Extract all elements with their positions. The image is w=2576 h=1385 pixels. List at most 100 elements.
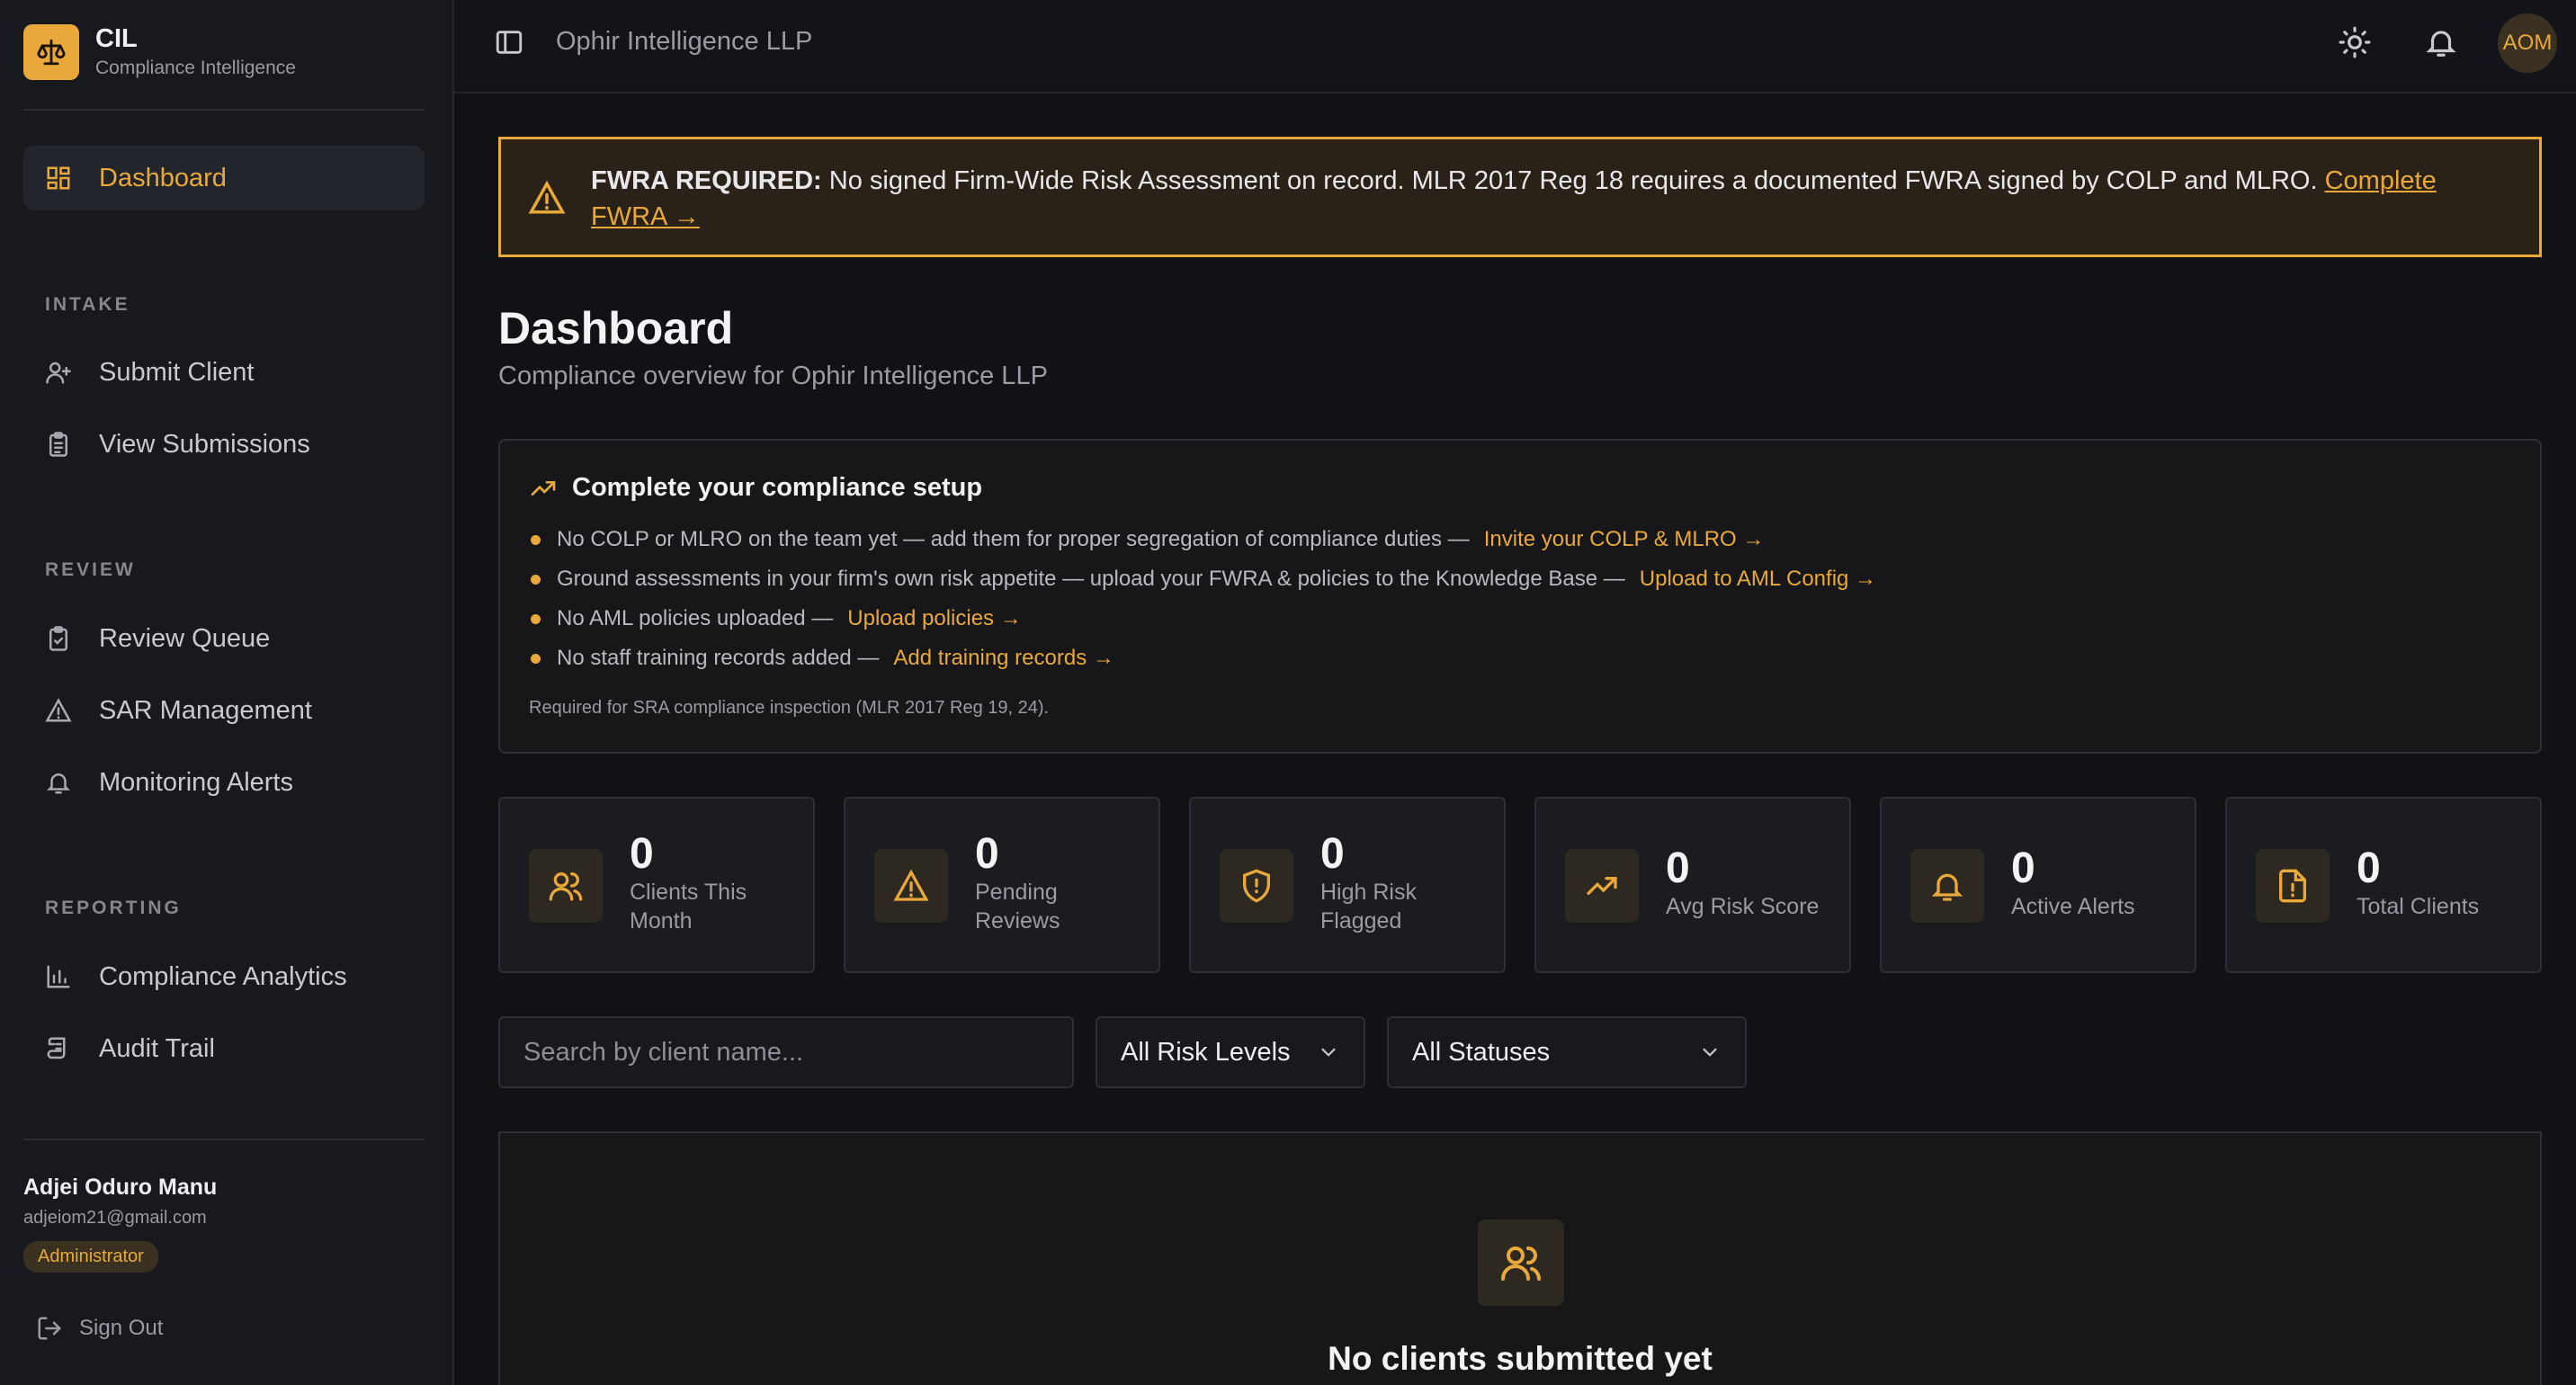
section-label-review: REVIEW <box>45 559 136 580</box>
stat-label: Total Clients <box>2357 894 2480 919</box>
scroll-icon <box>43 1033 74 1064</box>
sidebar-item-label: Compliance Analytics <box>99 961 347 991</box>
topbar: Ophir Intelligence LLP AOM <box>454 0 2576 94</box>
setup-item: No staff training records added — Add tr… <box>531 646 1114 671</box>
stat-card-avg-risk-score: 0 Avg Risk Score <box>1534 797 1851 973</box>
sidebar-item-view-submissions[interactable]: View Submissions <box>23 412 425 477</box>
scales-logo-icon <box>23 24 79 80</box>
setup-item-text: No COLP or MLRO on the team yet — add th… <box>557 527 1470 551</box>
stat-label: Active Alerts <box>2011 894 2135 919</box>
compliance-setup-card: Complete your compliance setup No COLP o… <box>498 439 2542 754</box>
upload-policies-link[interactable]: Upload policies → <box>847 606 1021 631</box>
upload-aml-config-link[interactable]: Upload to AML Config → <box>1640 567 1876 592</box>
bell-icon <box>2424 25 2458 59</box>
risk-level-select[interactable]: All Risk Levels <box>1096 1016 1365 1088</box>
trending-up-icon <box>1565 849 1639 923</box>
page-subtitle: Compliance overview for Ophir Intelligen… <box>498 362 1048 390</box>
sidebar-item-label: SAR Management <box>99 695 312 725</box>
stat-value: 0 <box>2357 844 2381 892</box>
clients-empty-state: No clients submitted yet <box>498 1131 2542 1385</box>
status-select[interactable]: All Statuses <box>1387 1016 1747 1088</box>
panel-left-icon <box>494 27 524 58</box>
bar-chart-icon <box>43 961 74 992</box>
sidebar-item-label: View Submissions <box>99 429 310 459</box>
brand[interactable]: CIL Compliance Intelligence <box>23 23 296 81</box>
sidebar-item-label: Submit Client <box>99 357 255 387</box>
sidebar-item-compliance-analytics[interactable]: Compliance Analytics <box>23 944 425 1009</box>
bell-icon <box>43 767 74 798</box>
add-training-records-link[interactable]: Add training records → <box>893 646 1114 671</box>
user-name: Adjei Oduro Manu <box>23 1175 218 1200</box>
clipboard-list-icon <box>43 429 74 460</box>
sidebar-item-audit-trail[interactable]: Audit Trail <box>23 1016 425 1081</box>
sidebar-item-label: Review Queue <box>99 623 271 653</box>
bullet-dot <box>531 613 541 624</box>
theme-toggle-button[interactable] <box>2338 25 2372 59</box>
avatar[interactable]: AOM <box>2498 13 2557 73</box>
stat-label: Pending Reviews <box>975 880 1060 934</box>
chevron-down-icon <box>1317 1041 1340 1064</box>
invite-colp-mlro-link[interactable]: Invite your COLP & MLRO → <box>1484 527 1765 552</box>
chevron-down-icon <box>1698 1041 1722 1064</box>
bullet-dot <box>531 653 541 664</box>
trending-up-icon <box>529 474 558 503</box>
stat-label: Clients This Month <box>630 880 747 934</box>
sidebar-toggle-button[interactable] <box>494 27 524 58</box>
brand-subtitle: Compliance Intelligence <box>95 58 296 78</box>
notifications-button[interactable] <box>2424 25 2458 59</box>
sidebar-item-monitoring-alerts[interactable]: Monitoring Alerts <box>23 750 425 815</box>
bell-icon <box>1910 849 1984 923</box>
stat-card-total-clients: 0 Total Clients <box>2225 797 2542 973</box>
stat-value: 0 <box>975 830 999 878</box>
fwra-warning-banner: FWRA REQUIRED: No signed Firm-Wide Risk … <box>498 137 2542 257</box>
sidebar-item-label: Monitoring Alerts <box>99 767 293 797</box>
stat-value: 0 <box>1666 844 1690 892</box>
sidebar-item-sar-management[interactable]: SAR Management <box>23 678 425 743</box>
setup-item: Ground assessments in your firm's own ri… <box>531 567 1876 592</box>
risk-level-value: All Risk Levels <box>1121 1037 1291 1067</box>
user-profile: Adjei Oduro Manu adjeiom21@gmail.com Adm… <box>23 1175 217 1273</box>
user-email: adjeiom21@gmail.com <box>23 1208 207 1228</box>
sidebar-item-label: Dashboard <box>99 163 227 192</box>
users-icon <box>1478 1220 1564 1306</box>
empty-state-title: No clients submitted yet <box>1328 1340 1713 1377</box>
bullet-dot <box>531 574 541 585</box>
bullet-dot <box>531 534 541 545</box>
setup-item-text: No staff training records added — <box>557 646 880 670</box>
organization-name: Ophir Intelligence LLP <box>556 27 813 56</box>
page-title: Dashboard <box>498 303 734 353</box>
status-value: All Statuses <box>1412 1037 1551 1067</box>
sign-out-label: Sign Out <box>79 1316 164 1340</box>
users-icon <box>529 849 603 923</box>
brand-title: CIL <box>95 24 138 53</box>
stat-card-high-risk-flagged: 0 High Risk Flagged <box>1189 797 1506 973</box>
sign-out-button[interactable]: Sign Out <box>36 1315 163 1342</box>
sidebar-item-dashboard[interactable]: Dashboard <box>23 146 425 210</box>
warning-icon <box>528 179 566 217</box>
sidebar-item-submit-client[interactable]: Submit Client <box>23 340 425 405</box>
stat-card-pending-reviews: 0 Pending Reviews <box>844 797 1160 973</box>
section-label-intake: INTAKE <box>45 294 130 315</box>
divider <box>23 1139 425 1140</box>
log-out-icon <box>36 1315 63 1342</box>
stat-card-clients-this-month: 0 Clients This Month <box>498 797 815 973</box>
setup-title: Complete your compliance setup <box>572 473 983 502</box>
divider <box>23 109 425 111</box>
section-label-reporting: REPORTING <box>45 898 182 918</box>
sidebar-item-review-queue[interactable]: Review Queue <box>23 606 425 671</box>
role-badge: Administrator <box>23 1241 158 1273</box>
sidebar: CIL Compliance Intelligence Dashboard IN… <box>0 0 454 1385</box>
stat-value: 0 <box>630 830 654 878</box>
setup-item: No COLP or MLRO on the team yet — add th… <box>531 527 1764 552</box>
setup-item-text: Ground assessments in your firm's own ri… <box>557 567 1625 591</box>
sun-icon <box>2338 25 2372 59</box>
stat-label: Avg Risk Score <box>1666 894 1820 919</box>
banner-message: No signed Firm-Wide Risk Assessment on r… <box>821 166 2325 195</box>
dashboard-grid-icon <box>43 163 74 193</box>
stat-value: 0 <box>1320 830 1345 878</box>
setup-item-text: No AML policies uploaded — <box>557 606 834 630</box>
sidebar-item-label: Audit Trail <box>99 1033 215 1063</box>
client-search-input[interactable]: Search by client name... <box>498 1016 1074 1088</box>
banner-heading: FWRA REQUIRED: <box>591 166 822 195</box>
setup-item: No AML policies uploaded — Upload polici… <box>531 606 1022 631</box>
